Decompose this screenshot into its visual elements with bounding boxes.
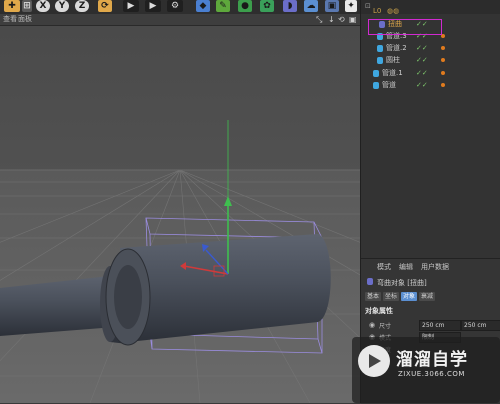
tab-coord[interactable]: 坐标 <box>383 292 400 301</box>
object-flags[interactable]: ✓✓ <box>416 43 428 54</box>
watermark-logo-icon <box>358 345 390 377</box>
scene-canvas[interactable] <box>0 26 360 403</box>
camera-icon[interactable]: ▣ <box>325 0 339 12</box>
render-picture-icon[interactable]: ▶ <box>145 0 161 12</box>
size-label: 尺寸 <box>379 323 392 330</box>
render-settings-icon[interactable]: ⚙ <box>167 0 183 12</box>
spline-pen-icon[interactable]: ✎ <box>216 0 230 12</box>
light-icon[interactable]: ✦ <box>345 0 357 12</box>
attr-menu-userdata[interactable]: 用户数据 <box>421 262 449 272</box>
size-x-field[interactable]: 250 cm <box>419 320 461 331</box>
layer-row[interactable]: L0 ◍◍ <box>361 6 500 17</box>
tag-dot <box>441 71 445 75</box>
tab-object[interactable]: 对象 <box>401 292 418 301</box>
pipe-icon <box>373 70 379 77</box>
watermark-name: 溜溜自学 <box>396 350 468 370</box>
array-icon[interactable]: ✿ <box>260 0 274 12</box>
size-y-field[interactable]: 250 cm <box>461 320 500 331</box>
cube-icon[interactable]: ◆ <box>196 0 210 12</box>
object-flags[interactable]: ✓✓ <box>416 55 428 66</box>
tag-dot <box>441 58 445 62</box>
viewport-menubar: 查看 面板 ⤡ ↓ ⟲ ▣ <box>0 14 360 26</box>
deformer-icon[interactable]: ◗ <box>283 0 297 12</box>
object-row-pipe[interactable]: 管道 ✓✓ <box>361 80 500 91</box>
viewport-rotate-icon[interactable]: ⟲ <box>338 15 345 24</box>
selection-highlight <box>368 19 442 35</box>
size-radio-icon[interactable]: ◉ <box>369 321 375 329</box>
3d-viewport[interactable]: 查看 面板 ⤡ ↓ ⟲ ▣ <box>0 14 360 403</box>
axis-y-button[interactable]: Y <box>55 0 69 12</box>
attr-object-title: 弯曲对象 [扭曲] <box>377 279 427 287</box>
attr-menu-edit[interactable]: 编辑 <box>399 262 413 272</box>
object-name: 管道 <box>382 81 396 89</box>
viewport-move-icon[interactable]: ⤡ <box>316 15 322 24</box>
object-name: 管道.2 <box>386 44 407 52</box>
attr-menu-mode[interactable]: 模式 <box>377 262 391 272</box>
tag-dot <box>441 46 445 50</box>
section-title: 对象属性 <box>365 307 393 315</box>
main-toolbar: ✚ ⊞ X Y Z ⟳ ▶ ▶ ⚙ ◆ ✎ ● ✿ ◗ ☁ ▣ ✦ <box>0 0 360 15</box>
layer-icon: ◍◍ <box>387 7 400 15</box>
object-flags[interactable]: ✓✓ <box>416 68 428 79</box>
object-name: 管道.1 <box>382 69 403 77</box>
layer-label: L0 <box>373 7 382 15</box>
object-row-pipe1[interactable]: 管道.1 ✓✓ <box>361 68 500 79</box>
axis-z-button[interactable]: Z <box>75 0 89 12</box>
render-view-icon[interactable]: ▶ <box>123 0 139 12</box>
move-tool-icon[interactable]: ✚ <box>4 0 20 12</box>
object-row-cylinder[interactable]: 圆柱 ✓✓ <box>361 55 500 66</box>
environment-icon[interactable]: ☁ <box>304 0 318 12</box>
object-flags[interactable]: ✓✓ <box>416 80 428 91</box>
tab-falloff[interactable]: 衰减 <box>419 292 436 301</box>
tag-dot <box>441 83 445 87</box>
axis-x-button[interactable]: X <box>36 0 50 12</box>
pipe-icon <box>373 82 379 89</box>
watermark: 溜溜自学 ZIXUE.3066.COM <box>352 337 500 403</box>
viewport-menu-view[interactable]: 查看 <box>3 14 17 25</box>
viewport-maximize-icon[interactable]: ▣ <box>349 15 357 24</box>
scale-tool-icon[interactable]: ⊞ <box>22 0 32 12</box>
object-row-pipe2[interactable]: 管道.2 ✓✓ <box>361 43 500 54</box>
watermark-url: ZIXUE.3066.COM <box>398 370 465 378</box>
viewport-menu-panel[interactable]: 面板 <box>18 14 32 25</box>
coord-system-icon[interactable]: ⟳ <box>98 0 112 12</box>
tab-basic[interactable]: 基本 <box>365 292 382 301</box>
viewport-zoom-icon[interactable]: ↓ <box>328 15 335 24</box>
pipe-icon <box>377 45 383 52</box>
nurbs-icon[interactable]: ● <box>238 0 252 12</box>
cylinder-icon <box>377 57 383 64</box>
bend-object-icon <box>367 278 373 285</box>
object-name: 圆柱 <box>386 56 400 64</box>
